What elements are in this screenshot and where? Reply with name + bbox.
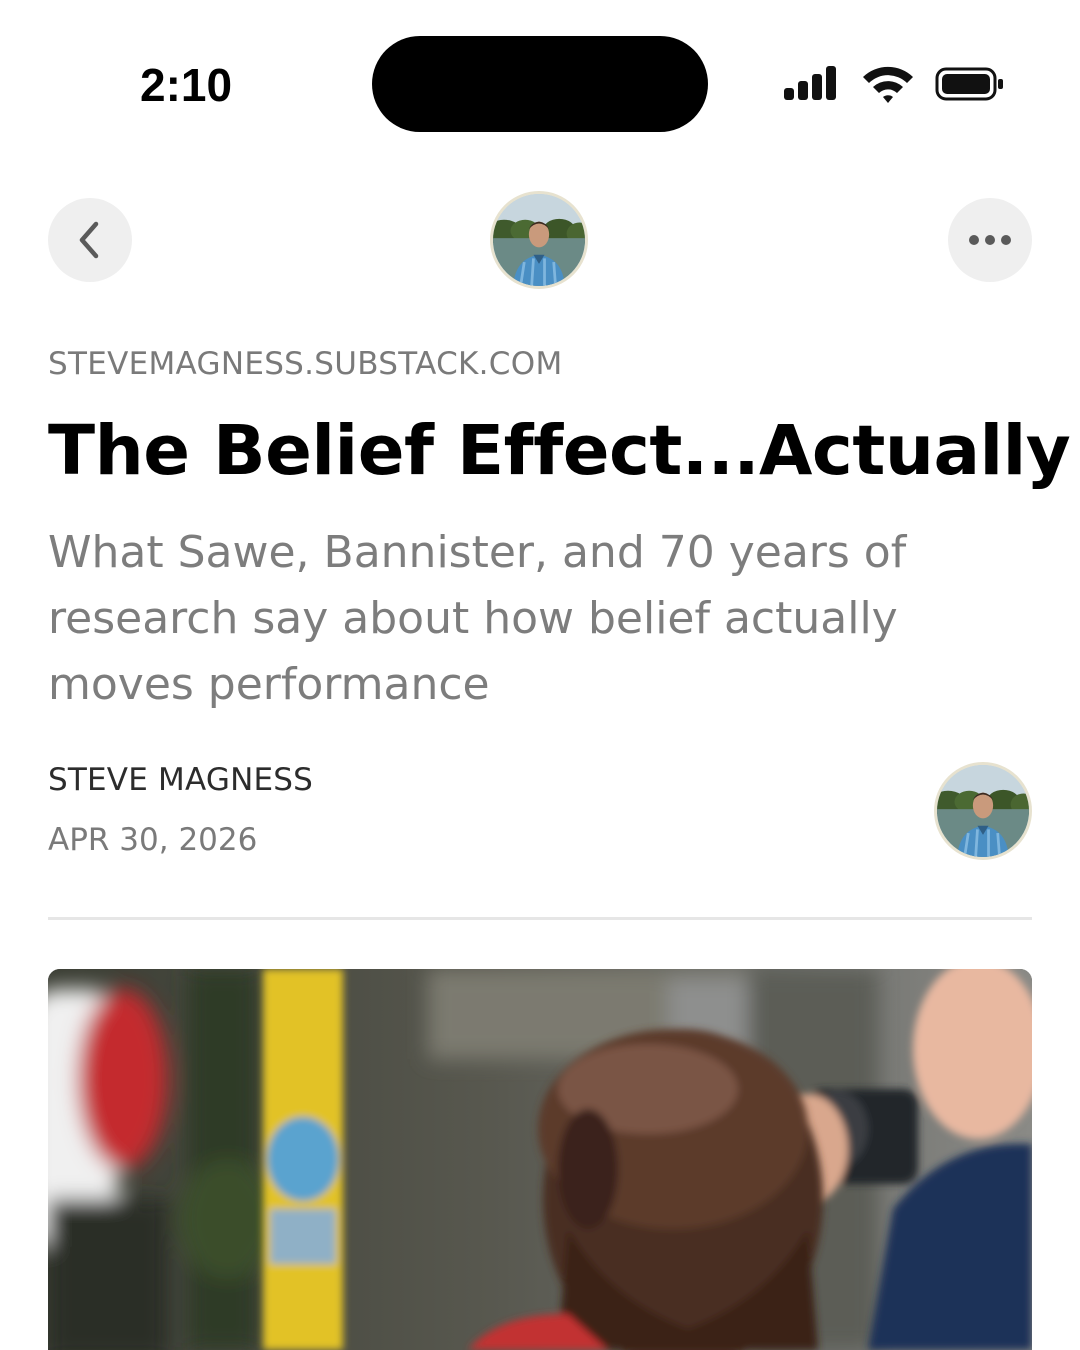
author-name[interactable]: STEVE MAGNESS xyxy=(48,762,313,798)
hero-image[interactable] xyxy=(48,969,1032,1350)
more-options-button[interactable] xyxy=(948,198,1032,282)
status-icons xyxy=(782,62,1006,106)
header-divider xyxy=(48,917,1032,920)
battery-icon xyxy=(935,67,1003,101)
author-photo xyxy=(493,194,585,286)
status-time: 2:10 xyxy=(140,59,233,111)
author-avatar[interactable] xyxy=(934,762,1032,860)
publication-domain[interactable]: STEVEMAGNESS.SUBSTACK.COM xyxy=(48,346,563,382)
chevron-left-icon xyxy=(79,221,99,259)
publication-avatar[interactable] xyxy=(490,191,588,289)
author-photo xyxy=(937,765,1029,857)
article-screen: 2:10 STEVEMAGNESS.SUBSTACK.COM The Belie… xyxy=(0,0,1080,1350)
dynamic-island xyxy=(372,36,708,132)
article-title: The Belief Effect...Actually xyxy=(48,411,1071,491)
back-button[interactable] xyxy=(48,198,132,282)
wifi-icon xyxy=(863,66,913,103)
signal-icon xyxy=(784,66,836,100)
more-horizontal-icon xyxy=(969,235,1011,245)
article-subtitle: What Sawe, Bannister, and 70 years of re… xyxy=(48,527,907,710)
publish-date: APR 30, 2026 xyxy=(48,822,258,858)
runner-photo xyxy=(48,969,1032,1350)
